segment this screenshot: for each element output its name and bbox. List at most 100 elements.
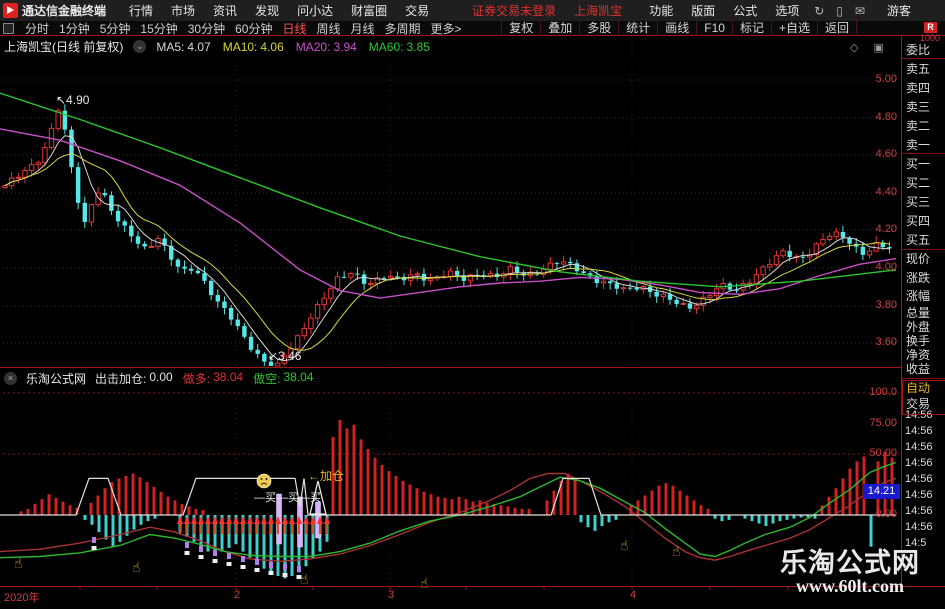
sidebar-row-买一: 买一 [906,157,931,171]
chart-graphic [308,317,314,329]
chart-graphic [235,319,240,327]
chart-graphic [326,524,328,534]
chart-graphic [687,303,693,309]
panel-divider [0,367,901,368]
collapse-icon[interactable]: × [4,372,17,385]
chart-graphic [586,515,590,528]
chart-graphic [713,288,720,297]
chart-graphic [657,485,661,515]
chart-graphic [185,542,189,548]
chart-graphic: ↙3.46 [268,349,302,363]
chart-graphic [778,515,782,522]
chart-graphic [579,515,583,523]
chart-graphic [478,500,482,515]
chart-graphic [600,280,607,284]
chart-graphic [194,508,198,515]
chart-graphic: ☝ [672,543,681,559]
chart-graphic [104,515,108,540]
chart-graphic [199,546,203,552]
chart-graphic [450,499,454,515]
chart-graphic [83,515,87,520]
sidebar-row-卖四: 卖四 [906,81,931,95]
ma-value: MA60: 3.85 [369,40,430,54]
sidebar-separator [902,249,945,250]
chart-window-icons[interactable]: ◇ ▣ [850,41,890,54]
chart-graphic [61,501,65,515]
chart-graphic [368,283,374,286]
ma-number: 4.07 [187,39,211,54]
chart-graphic [256,473,272,489]
tick-trade-time: 14:56 [905,441,933,453]
sidebar-row-卖二: 卖二 [906,119,931,133]
chart-graphic [92,537,96,543]
chart-graphic [75,167,81,203]
chart-graphic [187,506,191,515]
chart-graphic: ☝ [620,537,629,553]
chart-graphic [485,502,489,515]
chart-graphic [88,204,95,223]
tdx-terminal-window: 通达信金融终端 行情 市场 资讯 发现 问小达 财富圈 交易 证券交易未登录 上海凯宝 功能 版面… [0,0,945,609]
chart-graphic [568,261,573,264]
auto-trade-button[interactable] [902,380,945,415]
chart-graphic [614,515,618,520]
chart-graphic [301,327,307,337]
chart-graphic [177,516,183,524]
chart-graphic [338,419,342,515]
chart-graphic [607,281,613,284]
chart-graphic [249,524,251,534]
chart-graphic [767,263,773,268]
chart-graphic: ☝ [420,575,429,591]
chart-graphic [773,255,780,265]
chart-graphic [208,280,214,296]
chart-graphic [82,202,87,222]
chart-graphic [554,263,560,265]
chevron-down-icon[interactable]: ⌄ [133,40,147,53]
indicator-current-value: 14.21 [863,484,900,499]
tick-trade-time: 14:56 [905,521,933,533]
chart-graphic [283,564,287,570]
chart-graphic [241,556,245,562]
chart-graphic [131,473,135,515]
watermark-title: 乐淘公式网 [780,548,920,578]
sidebar-row-卖一: 卖一 [906,138,931,152]
chart-graphic [195,270,201,274]
chart-graphic [47,494,51,515]
price-tick: 4.60 [875,148,897,160]
chart-graphic [261,516,267,524]
chart-graphic [298,524,300,534]
chart-graphic [620,287,627,290]
chart-graphic [545,500,549,515]
chart-graphic [277,524,279,534]
chart-graphic [146,515,150,522]
chart-graphic [324,516,330,524]
chart-graphic [303,516,309,524]
chart-graphic [124,475,128,515]
tick-trade-time: 14:56 [905,457,933,469]
chart-canvas[interactable]: ↖4.90↙3.46←加仓—买 —买 —买☝ ☝☝ ☝☝ ☝ [0,0,945,609]
chart-graphic [650,490,654,515]
indicator-tick: 100.0 [869,386,897,398]
price-tick: 4.40 [875,186,897,198]
timeline-month-4: 4 [630,589,637,601]
chart-graphic [233,516,239,524]
ma-number: 3.85 [406,39,430,54]
chart-graphic [680,302,686,305]
chart-graphic [600,515,604,526]
chart-graphic [68,505,72,515]
chart-graphic [727,515,731,520]
indicator-values: 出击加仓: 0.00 做多: 38.04 做空: 38.04 [95,370,313,387]
sidebar-separator [902,153,945,154]
chart-graphic [499,505,503,515]
chart-graphic [109,195,114,211]
chart-graphic [69,129,74,168]
indicator-header: × 乐淘公式网 出击加仓: 0.00 做多: 38.04 做空: 38.04 [4,370,313,387]
chart-graphic [265,478,268,480]
chart-graphic [248,336,254,350]
chart-graphic [833,231,839,237]
chart-graphic [507,266,514,275]
indicator-field-label: 做空: [253,372,281,386]
chart-graphic [314,304,321,319]
tick-trade-time: 14:56 [905,505,933,517]
chart-graphic [294,335,301,350]
chart-graphic [436,496,440,515]
